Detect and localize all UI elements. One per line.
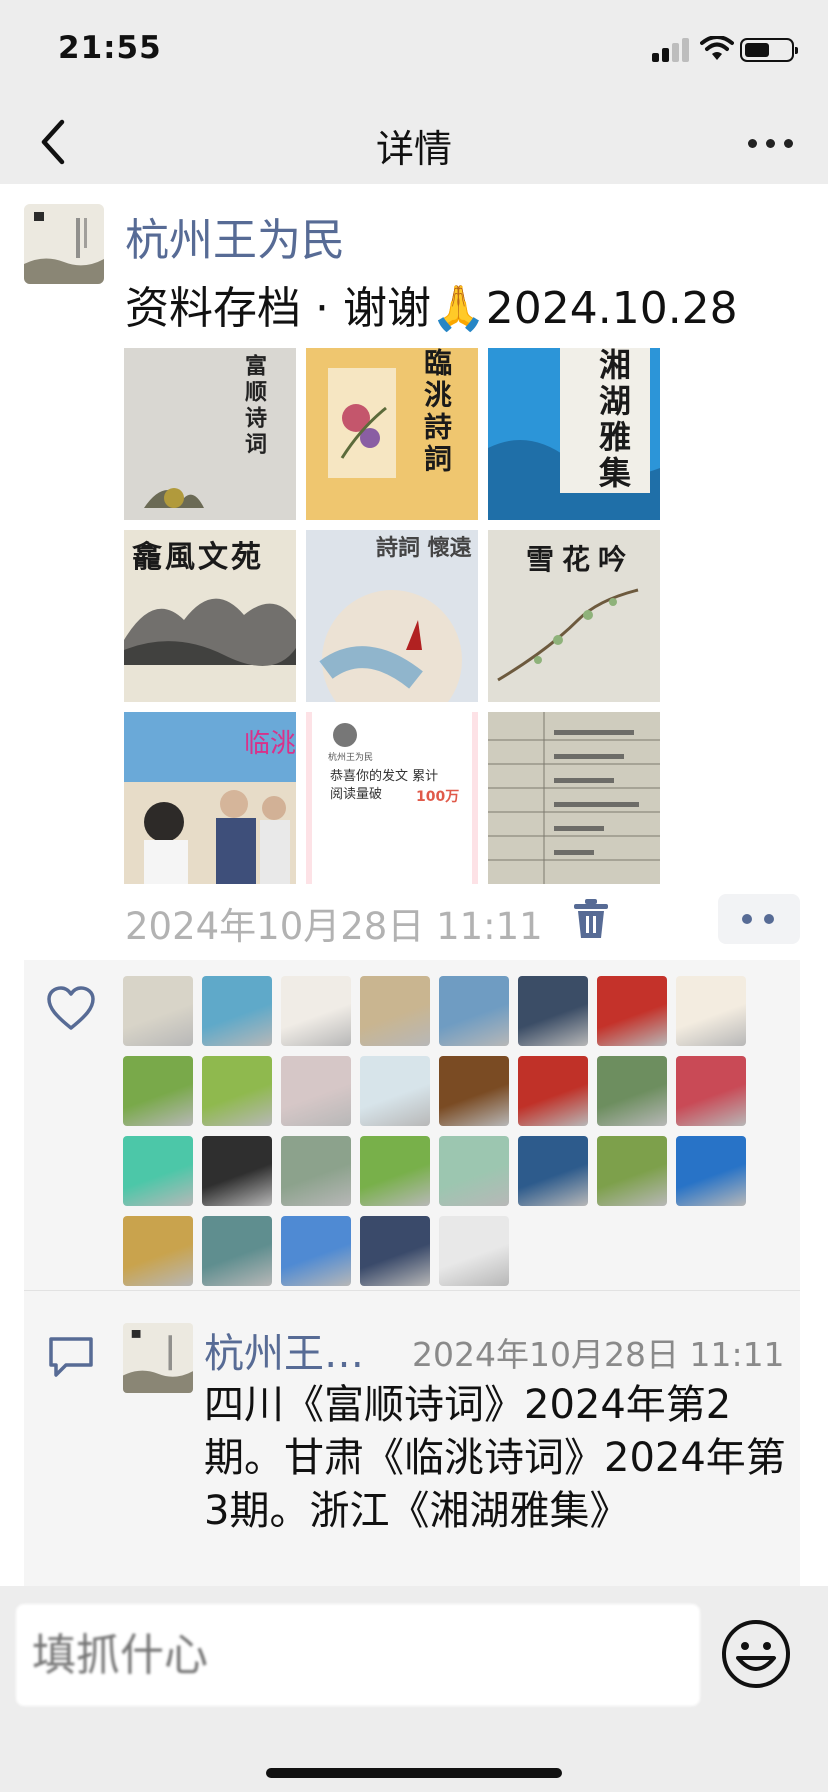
photo-grid: 富顺诗词 臨洮詩詞 湘湖雅集 龕風文苑 詩詞 懷遠 雪花吟 临洮 杭州王为民 恭…: [124, 348, 660, 884]
liker-avatar[interactable]: [123, 1056, 193, 1126]
liker-avatar[interactable]: [202, 1056, 272, 1126]
page-title: 详情: [375, 127, 452, 171]
photo-thumbnail[interactable]: 雪花吟: [488, 530, 660, 702]
liker-avatar[interactable]: [202, 976, 272, 1046]
photo-thumbnail[interactable]: 临洮诗: [124, 712, 296, 884]
photo-caption-user: 杭州王为民: [328, 753, 374, 763]
liker-avatar[interactable]: [676, 1136, 746, 1206]
liker-avatar[interactable]: [123, 1136, 193, 1206]
photo-thumbnail[interactable]: 杭州王为民 恭喜你的发文 累计阅读量破 100万: [306, 712, 478, 884]
commenter-avatar[interactable]: [123, 1323, 193, 1393]
liker-avatar[interactable]: [439, 1136, 509, 1206]
nav-bar: 详情: [0, 100, 828, 184]
liker-avatar[interactable]: [360, 1056, 430, 1126]
home-indicator: [266, 1768, 562, 1778]
photo-thumbnail[interactable]: 臨洮詩詞: [306, 348, 478, 520]
cellular-signal-icon: [652, 38, 692, 62]
liker-avatar[interactable]: [676, 976, 746, 1046]
likes-panel: [24, 960, 800, 1290]
liker-avatar[interactable]: [281, 976, 351, 1046]
liker-avatar[interactable]: [439, 976, 509, 1046]
liker-avatar[interactable]: [360, 976, 430, 1046]
svg-text:临洮诗: 临洮诗: [244, 729, 296, 759]
author-avatar[interactable]: [24, 204, 104, 284]
status-bar: 21:55: [0, 0, 828, 100]
wifi-icon: [700, 36, 734, 60]
photo-thumbnail[interactable]: 湘湖雅集: [488, 348, 660, 520]
liker-avatar[interactable]: [202, 1136, 272, 1206]
comment-text: 四川《富顺诗词》2024年第2期。甘肃《临洮诗词》2024年第3期。浙江《湘湖雅…: [204, 1382, 786, 1534]
liker-avatar[interactable]: [202, 1216, 272, 1286]
comment-icon: [49, 1337, 93, 1377]
liker-avatar[interactable]: [676, 1056, 746, 1126]
liker-avatar[interactable]: [518, 976, 588, 1046]
post-timestamp: 2024年10月28日 11:11: [125, 905, 543, 948]
commenter-name[interactable]: 杭州王…: [204, 1321, 364, 1379]
photo-thumbnail[interactable]: 龕風文苑: [124, 530, 296, 702]
liker-avatar[interactable]: [123, 976, 193, 1046]
liker-avatar[interactable]: [518, 1056, 588, 1126]
liker-avatar[interactable]: [360, 1216, 430, 1286]
liker-avatar[interactable]: [518, 1136, 588, 1206]
comment-timestamp: 2024年10月28日 11:11: [412, 1335, 785, 1374]
liker-avatar[interactable]: [597, 1136, 667, 1206]
moment-detail: 杭州王为民 资料存档 · 谢谢🙏2024.10.28 富顺诗词 臨洮詩詞 湘湖雅…: [0, 184, 828, 1586]
liker-avatar[interactable]: [597, 1056, 667, 1126]
status-time: 21:55: [58, 30, 162, 66]
post-text: 资料存档 · 谢谢🙏2024.10.28: [125, 283, 738, 334]
comment-input[interactable]: [16, 1604, 700, 1706]
liker-avatar[interactable]: [360, 1136, 430, 1206]
comment-panel: 杭州王… 2024年10月28日 11:11 四川《富顺诗词》2024年第2期。…: [24, 1291, 800, 1586]
liker-avatar[interactable]: [597, 976, 667, 1046]
comment-input-bar: [0, 1586, 828, 1792]
liker-avatar[interactable]: [123, 1216, 193, 1286]
photo-thumbnail[interactable]: 詩詞 懷遠: [306, 530, 478, 702]
author-name[interactable]: 杭州王为民: [125, 204, 345, 268]
liker-avatar[interactable]: [281, 1136, 351, 1206]
emoji-icon[interactable]: [720, 1618, 792, 1690]
liker-avatar[interactable]: [439, 1056, 509, 1126]
photo-thumbnail[interactable]: [488, 712, 660, 884]
photo-caption-highlight: 100万: [416, 789, 460, 805]
heart-icon: [47, 986, 95, 1030]
liker-avatar[interactable]: [439, 1216, 509, 1286]
liker-avatar[interactable]: [281, 1216, 351, 1286]
like-comment-menu-button[interactable]: [718, 894, 800, 944]
liker-avatar[interactable]: [281, 1056, 351, 1126]
battery-icon: [740, 38, 798, 62]
photo-thumbnail[interactable]: 富顺诗词: [124, 348, 296, 520]
delete-trash-icon[interactable]: [572, 898, 610, 940]
more-options-button[interactable]: [740, 114, 800, 170]
photo-caption: 湘湖雅集: [594, 348, 632, 492]
